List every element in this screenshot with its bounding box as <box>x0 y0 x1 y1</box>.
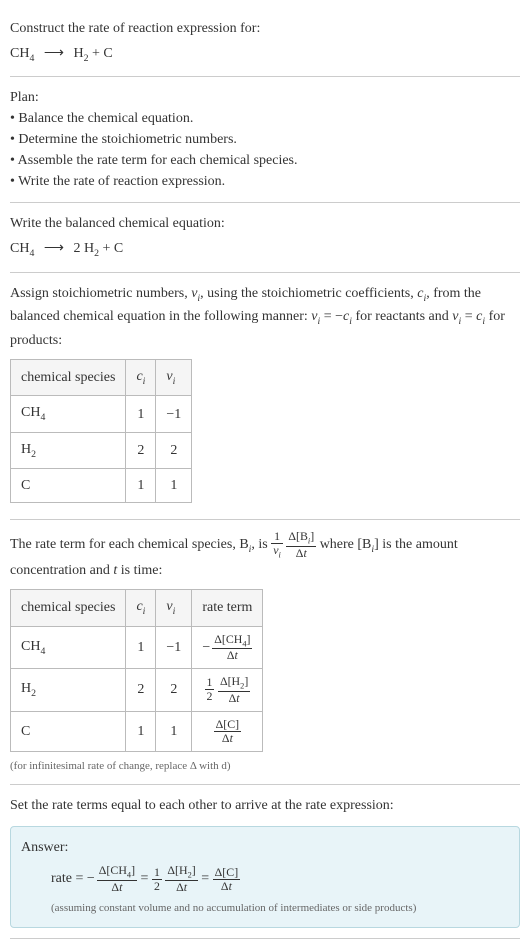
rateterm-title: The rate term for each chemical species,… <box>10 530 520 581</box>
cell-species: CH4 <box>11 626 126 669</box>
table-row: H2 2 2 12 Δ[H2]Δt <box>11 669 263 712</box>
table-row: C 1 1 Δ[C]Δt <box>11 711 263 751</box>
col-rateterm: rate term <box>192 590 263 626</box>
cell-v: 1 <box>156 711 192 751</box>
cell-rateterm: 12 Δ[H2]Δt <box>192 669 263 712</box>
cell-v: −1 <box>156 396 192 432</box>
stoich-section: Assign stoichiometric numbers, νi, using… <box>10 273 520 520</box>
col-species: chemical species <box>11 359 126 395</box>
answer-box: Answer: rate = −Δ[CH4]Δt = 12 Δ[H2]Δt = … <box>10 826 520 927</box>
table-header-row: chemical species ci νi rate term <box>11 590 263 626</box>
cell-v: −1 <box>156 626 192 669</box>
table-header-row: chemical species ci νi <box>11 359 192 395</box>
answer-note: (assuming constant volume and no accumul… <box>51 900 509 917</box>
stoich-table: chemical species ci νi CH4 1 −1 H2 2 2 C… <box>10 359 192 503</box>
final-section: Set the rate terms equal to each other t… <box>10 785 520 938</box>
intro-section: Construct the rate of reaction expressio… <box>10 8 520 77</box>
col-c: ci <box>126 590 156 626</box>
plan-item: • Assemble the rate term for each chemic… <box>10 150 520 171</box>
plan-section: Plan: • Balance the chemical equation. •… <box>10 77 520 203</box>
cell-c: 2 <box>126 669 156 712</box>
cell-species: CH4 <box>11 396 126 432</box>
plan-item: • Write the rate of reaction expression. <box>10 171 520 192</box>
cell-c: 1 <box>126 396 156 432</box>
cell-c: 1 <box>126 469 156 503</box>
balanced-title: Write the balanced chemical equation: <box>10 213 520 234</box>
table-row: CH4 1 −1 −Δ[CH4]Δt <box>11 626 263 669</box>
col-c: ci <box>126 359 156 395</box>
table-row: H2 2 2 <box>11 432 192 468</box>
col-species: chemical species <box>11 590 126 626</box>
table-row: CH4 1 −1 <box>11 396 192 432</box>
col-v: νi <box>156 359 192 395</box>
balanced-section: Write the balanced chemical equation: CH… <box>10 203 520 272</box>
answer-label: Answer: <box>21 837 509 858</box>
cell-rateterm: −Δ[CH4]Δt <box>192 626 263 669</box>
intro-reaction: CH4 ⟶ H2 + C <box>10 43 520 66</box>
balanced-equation: CH4 ⟶ 2 H2 + C <box>10 238 520 261</box>
table-row: C 1 1 <box>11 469 192 503</box>
stoich-title: Assign stoichiometric numbers, νi, using… <box>10 283 520 351</box>
rateterm-section: The rate term for each chemical species,… <box>10 520 520 785</box>
answer-equation: rate = −Δ[CH4]Δt = 12 Δ[H2]Δt = Δ[C]Δt <box>51 864 509 894</box>
plan-item: • Determine the stoichiometric numbers. <box>10 129 520 150</box>
cell-v: 2 <box>156 432 192 468</box>
intro-title: Construct the rate of reaction expressio… <box>10 18 520 39</box>
rateterm-table: chemical species ci νi rate term CH4 1 −… <box>10 589 263 752</box>
plan-item: • Balance the chemical equation. <box>10 108 520 129</box>
cell-rateterm: Δ[C]Δt <box>192 711 263 751</box>
cell-c: 1 <box>126 711 156 751</box>
cell-species: H2 <box>11 669 126 712</box>
cell-species: C <box>11 711 126 751</box>
cell-v: 1 <box>156 469 192 503</box>
cell-c: 1 <box>126 626 156 669</box>
plan-title: Plan: <box>10 87 520 108</box>
cell-v: 2 <box>156 669 192 712</box>
cell-species: H2 <box>11 432 126 468</box>
col-v: νi <box>156 590 192 626</box>
final-title: Set the rate terms equal to each other t… <box>10 795 520 816</box>
cell-species: C <box>11 469 126 503</box>
rateterm-note: (for infinitesimal rate of change, repla… <box>10 758 520 775</box>
cell-c: 2 <box>126 432 156 468</box>
